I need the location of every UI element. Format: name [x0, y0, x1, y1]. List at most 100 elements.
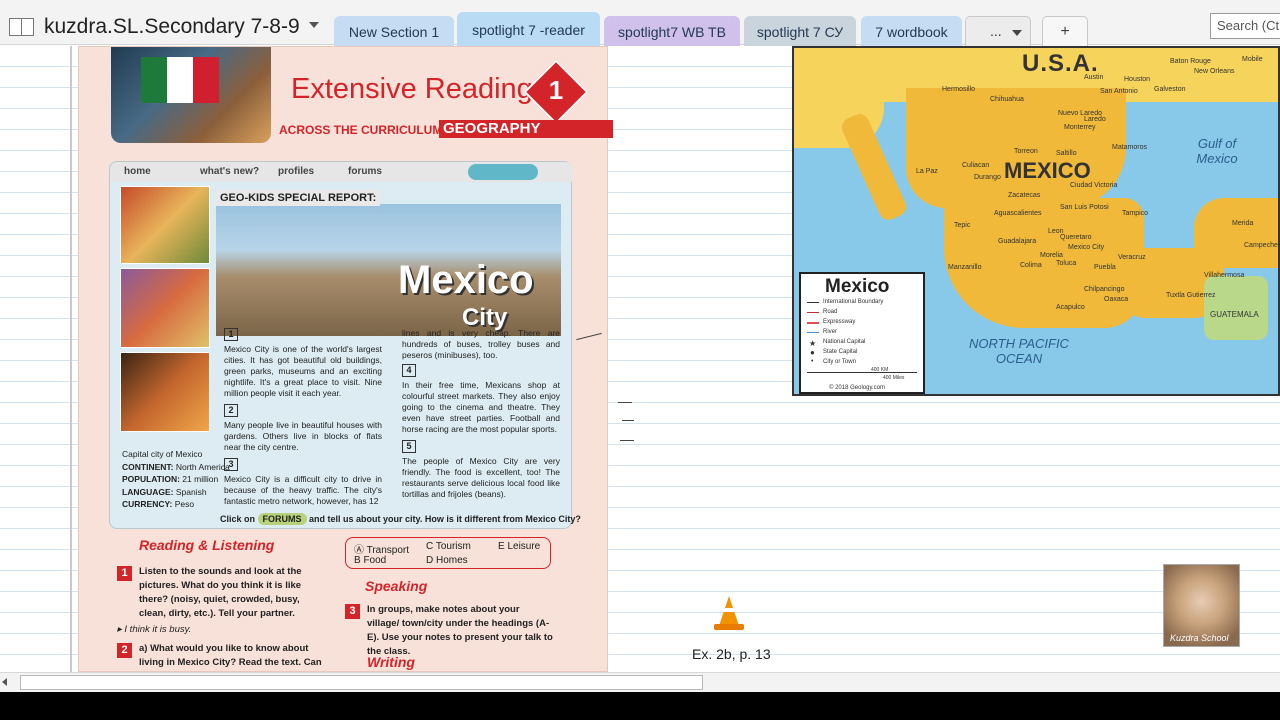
scrollbar-thumb[interactable] — [20, 675, 703, 690]
dot-icon: ● — [810, 348, 815, 357]
mexico-central-land — [944, 198, 1144, 328]
city-label: New Orleans — [1194, 68, 1235, 75]
vlc-media-icon[interactable] — [714, 596, 744, 634]
paragraph-number: 2 — [224, 404, 238, 417]
site-nav-profiles: profiles — [278, 166, 315, 177]
legend-swatch — [807, 322, 819, 324]
city-label: Houston — [1124, 76, 1151, 83]
legend-swatch — [807, 312, 819, 313]
city-label: Tepic — [954, 222, 971, 229]
paragraph-number: 4 — [402, 364, 416, 377]
page-margin-line — [70, 46, 72, 672]
speaking-heading: Speaking — [365, 578, 428, 594]
search-input[interactable]: Search (Ctrl+E) — [1210, 13, 1280, 39]
city-label: Baton Rouge — [1170, 58, 1211, 65]
small-dot-icon: • — [811, 358, 814, 365]
tab-spotlight7-wb-tb[interactable]: spotlight7 WB TB — [604, 16, 740, 46]
mexico-label: MEXICO — [1004, 158, 1091, 183]
legend-item: International Boundary — [823, 299, 884, 305]
textbook-page-image[interactable]: Extensive Reading 1 ACROSS THE CURRICULU… — [78, 46, 613, 672]
city-label: San Luis Potosi — [1060, 204, 1109, 211]
city-label: Manzanillo — [948, 264, 982, 271]
city-label: Matamoros — [1112, 144, 1148, 151]
paragraph-number: 1 — [224, 328, 238, 341]
headings-options-box: Ⓐ Transport C Tourism E Leisure B Food D… — [345, 537, 551, 569]
city-label: Aguascalientes — [994, 210, 1042, 217]
paragraph-text: Mexico City is one of the world's larges… — [224, 344, 382, 398]
city-label: Galveston — [1154, 86, 1186, 93]
scale-km: 400 KM — [871, 367, 889, 373]
food-photo — [120, 186, 210, 264]
option-b: B Food — [354, 555, 387, 566]
option-e: E Leisure — [498, 541, 541, 552]
city-label: Morelia — [1040, 252, 1063, 259]
report-label: GEO-KIDS SPECIAL REPORT: — [216, 190, 381, 206]
writing-heading: Writing — [367, 654, 415, 670]
horizontal-scrollbar[interactable] — [0, 672, 1280, 692]
site-search-box — [468, 164, 538, 180]
legend-item: City or Town — [823, 359, 856, 365]
click-forums-line: Click on FORUMS and tell us about your c… — [220, 513, 581, 525]
city-label: La Paz — [916, 168, 938, 175]
exercise-number: 2 — [117, 643, 132, 658]
forums-pill: FORUMS — [257, 513, 307, 525]
city-label: Villahermosa — [1204, 272, 1245, 279]
page-canvas[interactable]: Extensive Reading 1 ACROSS THE CURRICULU… — [0, 46, 1280, 672]
city-label: Chilpancingo — [1084, 286, 1125, 293]
example-text: ▸ I think it is busy. — [117, 624, 192, 635]
tab-label: New Section 1 — [348, 24, 440, 40]
yucatan-land — [1194, 198, 1278, 268]
city-label: Puebla — [1094, 264, 1116, 271]
tab-label: 7 wordbook — [875, 24, 948, 40]
site-nav-home: home — [124, 166, 151, 177]
subject-label: GEOGRAPHY — [439, 120, 613, 138]
scroll-left-icon[interactable] — [2, 678, 7, 686]
ink-mark — [622, 420, 634, 421]
city-label: San Antonio — [1100, 88, 1138, 95]
tab-label: spotlight7 WB TB — [618, 24, 726, 40]
chevron-down-icon[interactable] — [309, 22, 319, 28]
legend-item: Road — [823, 309, 838, 315]
star-icon: ★ — [809, 339, 817, 348]
guatemala-label: GUATEMALA — [1210, 310, 1259, 319]
legend-title: Mexico — [825, 276, 890, 297]
tab-7-wordbook[interactable]: 7 wordbook — [861, 16, 962, 46]
more-sections-button[interactable]: ... — [965, 16, 1031, 46]
mexico-flag — [141, 57, 167, 103]
city-label: Culiacan — [962, 162, 990, 169]
exercise-number: 1 — [117, 566, 132, 581]
city-label: Mobile — [1242, 56, 1263, 63]
legend-swatch — [807, 302, 819, 303]
paragraph-text: In their free time, Mexicans shop at col… — [402, 380, 560, 434]
city-label: Veracruz — [1118, 254, 1146, 261]
paragraph-number: 3 — [224, 458, 238, 471]
tab-new-section-1[interactable]: New Section 1 — [334, 16, 454, 46]
gulf-label: Gulf of Mexico — [1196, 136, 1238, 166]
option-a: Ⓐ Transport — [354, 545, 410, 556]
city-label: Oaxaca — [1104, 296, 1129, 303]
scale-miles: 400 Miles — [883, 375, 905, 381]
city-label: Queretaro — [1060, 234, 1092, 241]
city-label: Torreon — [1014, 148, 1038, 155]
notebook-title[interactable]: kuzdra.SL.Secondary 7-8-9 — [44, 15, 300, 39]
exercise-number: 3 — [345, 604, 360, 619]
city-label: Campeche — [1244, 242, 1278, 249]
taskbar-strip — [0, 692, 1280, 720]
exercise-text: a) What would you like to know about liv… — [139, 643, 322, 668]
fact-population: POPULATION: 21 million — [122, 474, 219, 484]
paragraph-text: The people of Mexico City are very frien… — [402, 456, 560, 499]
guatemala-land — [1204, 276, 1268, 340]
mexico-map-image[interactable]: U.S.A. MEXICO Gulf of Mexico NORTH PACIF… — [792, 46, 1280, 396]
tab-spotlight-7-su[interactable]: spotlight 7 СУ — [744, 16, 856, 46]
page-caption: Ex. 2b, p. 13 — [692, 646, 771, 662]
legend-item: Expressway — [823, 319, 856, 325]
scale-bar — [807, 372, 917, 373]
ocean-label: NORTH PACIFIC OCEAN — [969, 336, 1069, 366]
add-section-button[interactable]: + — [1042, 16, 1088, 46]
photo-title: Mexico — [398, 258, 534, 302]
avatar[interactable]: Kuzdra School — [1163, 564, 1240, 647]
map-legend: Mexico International Boundary Road Expre… — [799, 272, 925, 394]
notebook-icon[interactable] — [9, 18, 34, 36]
tab-spotlight-7-reader[interactable]: spotlight 7 -reader — [457, 12, 600, 46]
map-copyright: © 2018 Geology.com — [829, 385, 886, 391]
